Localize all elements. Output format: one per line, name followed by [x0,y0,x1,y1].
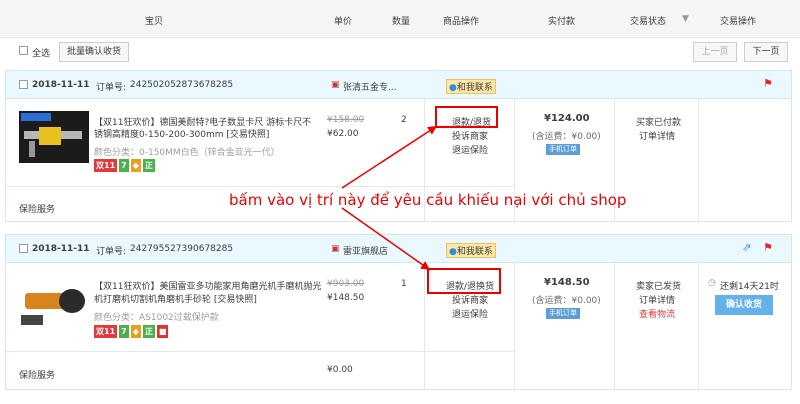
chat-icon: ● [449,247,457,257]
phone-order-tag: 手机订单 [546,308,580,319]
insurance-price: ¥0.00 [327,365,353,375]
product-title-line2[interactable]: 机打磨机切割机角磨机手砂轮 [交易快照] [94,292,257,305]
order-detail-link[interactable]: 订单详情 [639,129,675,142]
seven-day-badge: 7 [119,159,129,172]
flag-icon[interactable]: ⚑ [763,241,773,254]
col-actions: 交易操作 [720,17,757,27]
shipping-fee: (含运费：¥0.00) [532,132,601,142]
order-header: 2018-11-11 订单号: 242795527390678285 ▣ 雷亚旗… [6,235,791,263]
double11-badge: 双11 [94,325,118,338]
col-paid: 实付款 [548,17,576,27]
product-title-line2[interactable]: 锈钢高精度0-150-200-300mm [交易快照] [94,127,269,140]
status-filter-chevron-icon[interactable]: ▼ [682,14,689,24]
original-price: ¥158.00 [327,115,365,125]
view-logistics-link[interactable]: 查看物流 [639,307,675,320]
seven-day-badge: 7 [119,325,129,338]
contact-seller-button[interactable]: ●和我联系 [446,243,496,258]
order-number: 242502052873678285 [130,80,234,90]
chat-icon: ● [449,83,457,93]
shop-icon: ▣ [331,244,340,254]
order-header: 2018-11-11 订单号: 242502052873678285 ▣ 张清五… [6,71,791,99]
select-all-checkbox[interactable] [19,46,28,55]
shop-name[interactable]: 张清五金专... [343,80,397,93]
return-insurance-link[interactable]: 退运保险 [452,143,488,156]
seal-badge: ■ [156,325,169,338]
order-date: 2018-11-11 [32,244,90,254]
shop-icon: ▣ [331,80,340,90]
col-ops: 商品操作 [443,17,480,27]
return-insurance-link[interactable]: 退运保险 [452,307,488,320]
product-variant: 颜色分类：AS1002过载保护款 [94,313,219,323]
promo-tags: 双11 7 ◆ 正 ■ [94,325,170,338]
col-qty: 数量 [392,17,411,27]
insurance-service: 保险服务 [19,371,56,381]
prev-page-button[interactable]: 上一页 [693,42,737,62]
order-detail-link[interactable]: 订单详情 [639,293,675,306]
order-number-label: 订单号: [96,83,127,93]
order-card-2: 2018-11-11 订单号: 242795527390678285 ▣ 雷亚旗… [5,234,792,390]
highlight-box-refund-1 [435,106,498,128]
confirm-receipt-button[interactable]: 确认收货 [715,295,773,315]
shipping-fee: (含运费：¥0.00) [532,296,601,306]
remaining-time: 还剩14天21时 [720,282,779,292]
order-checkbox[interactable] [19,244,28,253]
toolbar: 全选 批量确认收货 上一页 下一页 [0,38,800,66]
product-variant: 颜色分类：0-150MM白色（锌合金亚光一代） [94,148,280,158]
product-title-line1[interactable]: 【双11狂欢价】美国雷亚多功能家用角磨光机手磨机抛光 [94,279,321,292]
product-image[interactable] [19,111,89,163]
table-header: 宝贝 单价 数量 商品操作 实付款 交易状态 ▼ 交易操作 [0,0,800,38]
complain-seller-link[interactable]: 投诉商家 [452,293,488,306]
paid-amount: ¥124.00 [544,113,590,124]
guarantee-badge: ◆ [130,159,141,172]
col-status[interactable]: 交易状态 [630,14,666,27]
col-price: 单价 [334,17,353,27]
contact-seller-button[interactable]: ●和我联系 [446,79,496,94]
genuine-badge: 正 [142,325,155,338]
next-page-button[interactable]: 下一页 [744,42,788,62]
original-price: ¥903.00 [327,279,365,289]
genuine-badge: 正 [142,159,155,172]
order-number-label: 订单号: [96,247,127,257]
unit-price: ¥62.00 [327,129,359,139]
order-number: 242795527390678285 [130,244,234,254]
annotation-text: bấm vào vị trí này để yêu cầu khiếu nại … [229,191,627,209]
quantity: 2 [401,115,407,125]
order-status: 买家已付款 [636,118,682,128]
share-icon[interactable]: ⇗ [742,241,751,254]
double11-badge: 双11 [94,159,118,172]
guarantee-badge: ◆ [130,325,141,338]
insurance-service: 保险服务 [19,205,56,215]
shop-name[interactable]: 雷亚旗舰店 [343,244,388,257]
complain-seller-link[interactable]: 投诉商家 [452,129,488,142]
select-all-label[interactable]: 全选 [32,46,50,59]
unit-price: ¥148.50 [327,293,365,303]
order-date: 2018-11-11 [32,80,90,90]
clock-icon: ◷ [708,278,716,288]
order-checkbox[interactable] [19,80,28,89]
order-status: 卖家已发货 [636,282,682,292]
promo-tags: 双11 7 ◆ 正 [94,159,157,172]
phone-order-tag: 手机订单 [546,144,580,155]
quantity: 1 [401,279,407,289]
product-image[interactable] [19,275,89,333]
flag-icon[interactable]: ⚑ [763,77,773,90]
batch-confirm-button[interactable]: 批量确认收货 [59,42,129,62]
paid-amount: ¥148.50 [544,277,590,288]
col-item: 宝贝 [145,17,164,27]
highlight-box-refund-2 [427,268,501,294]
